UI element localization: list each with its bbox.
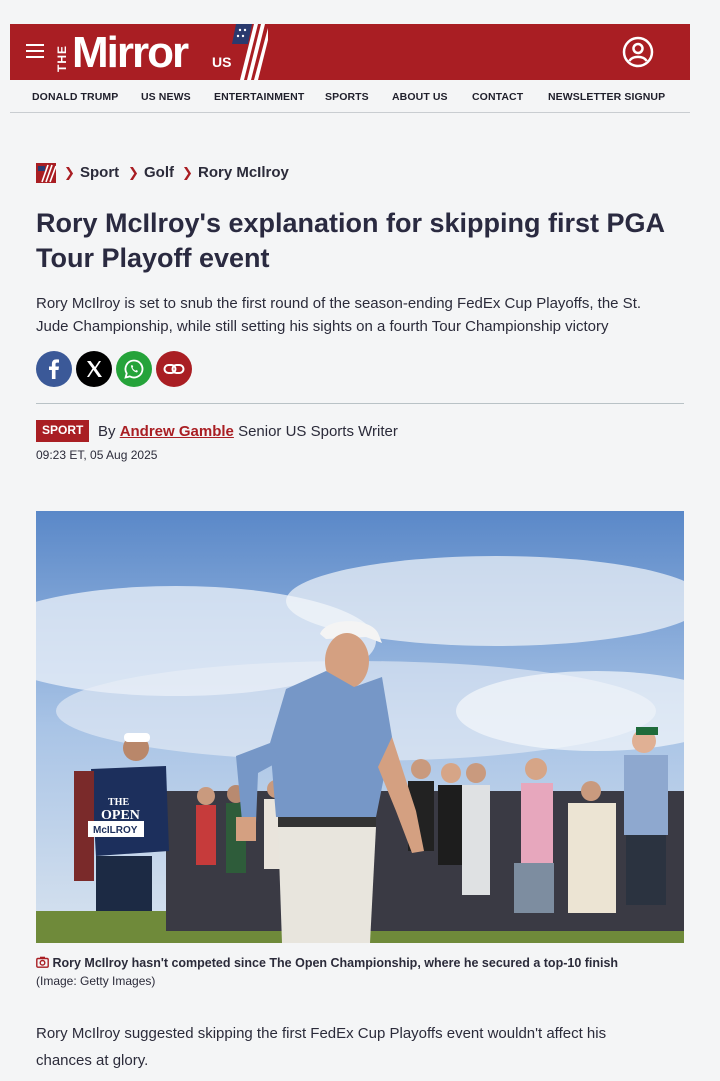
x-icon [87,361,102,377]
byline-divider [36,403,684,404]
logo-the-text: THE [55,45,69,72]
share-facebook-button[interactable] [36,351,72,387]
link-icon [163,364,185,374]
image-caption: Rory McIlroy hasn't competed since The O… [36,954,656,990]
byline-by: By [98,423,116,440]
share-whatsapp-button[interactable] [116,351,152,387]
nav-item-newsletter-signup[interactable]: NEWSLETTER SIGNUP [548,91,665,103]
golfer-photo: THE OPEN McILROY [36,511,684,943]
chevron-right-icon: ❯ [64,165,75,180]
nav-item-about-us[interactable]: ABOUT US [392,91,448,103]
bib-the-text: THE [108,797,129,808]
article-standfirst: Rory McIlroy is set to snub the first ro… [36,295,642,335]
chevron-right-icon: ❯ [182,165,193,180]
section-tag[interactable]: SPORT [36,420,90,442]
article-paragraph: Rory McIlroy suggested skipping the firs… [36,1025,607,1069]
nav-item-sports[interactable]: SPORTS [325,91,369,103]
nav-item-donald-trump[interactable]: DONALD TRUMP [32,91,118,103]
account-icon[interactable] [622,36,654,68]
mirror-us-logo[interactable]: THE Mirror US [55,24,268,80]
publish-timestamp: 09:23 ET, 05 Aug 2025 [36,448,158,462]
author-role: Senior US Sports Writer [238,423,398,440]
mirror-mini-logo-icon[interactable] [36,163,56,183]
hero-image[interactable]: THE OPEN McILROY [36,511,684,943]
camera-icon [36,956,49,968]
site-header: THE Mirror US [10,24,690,80]
breadcrumb-rory-mcilroy[interactable]: Rory McIlroy [198,164,289,181]
bib-name-text: McILROY [93,825,138,836]
nav-item-contact[interactable]: CONTACT [472,91,523,103]
facebook-icon [49,359,59,379]
breadcrumb-sport[interactable]: Sport [80,164,119,181]
byline: By Andrew Gamble Senior US Sports Writer [98,423,398,440]
caption-text: Rory McIlroy hasn't competed since The O… [52,956,619,970]
share-link-button[interactable] [156,351,192,387]
logo-mirror-text: Mirror [72,28,189,77]
author-link[interactable]: Andrew Gamble [120,423,234,440]
share-x-button[interactable] [76,351,112,387]
menu-icon[interactable] [26,44,44,58]
nav-item-us-news[interactable]: US NEWS [141,91,191,103]
breadcrumb-golf[interactable]: Golf [144,164,174,181]
chevron-right-icon: ❯ [128,165,139,180]
article-title: Rory McIlroy's explanation for skipping … [36,208,665,273]
bib-open-text: OPEN [101,808,140,823]
flag-stripes-icon [232,24,268,80]
whatsapp-icon [124,359,144,379]
nav-item-entertainment[interactable]: ENTERTAINMENT [214,91,304,103]
caption-credit: (Image: Getty Images) [36,974,156,988]
logo-us-text: US [212,54,232,70]
main-nav: DONALD TRUMP US NEWS ENTERTAINMENT SPORT… [10,80,690,113]
